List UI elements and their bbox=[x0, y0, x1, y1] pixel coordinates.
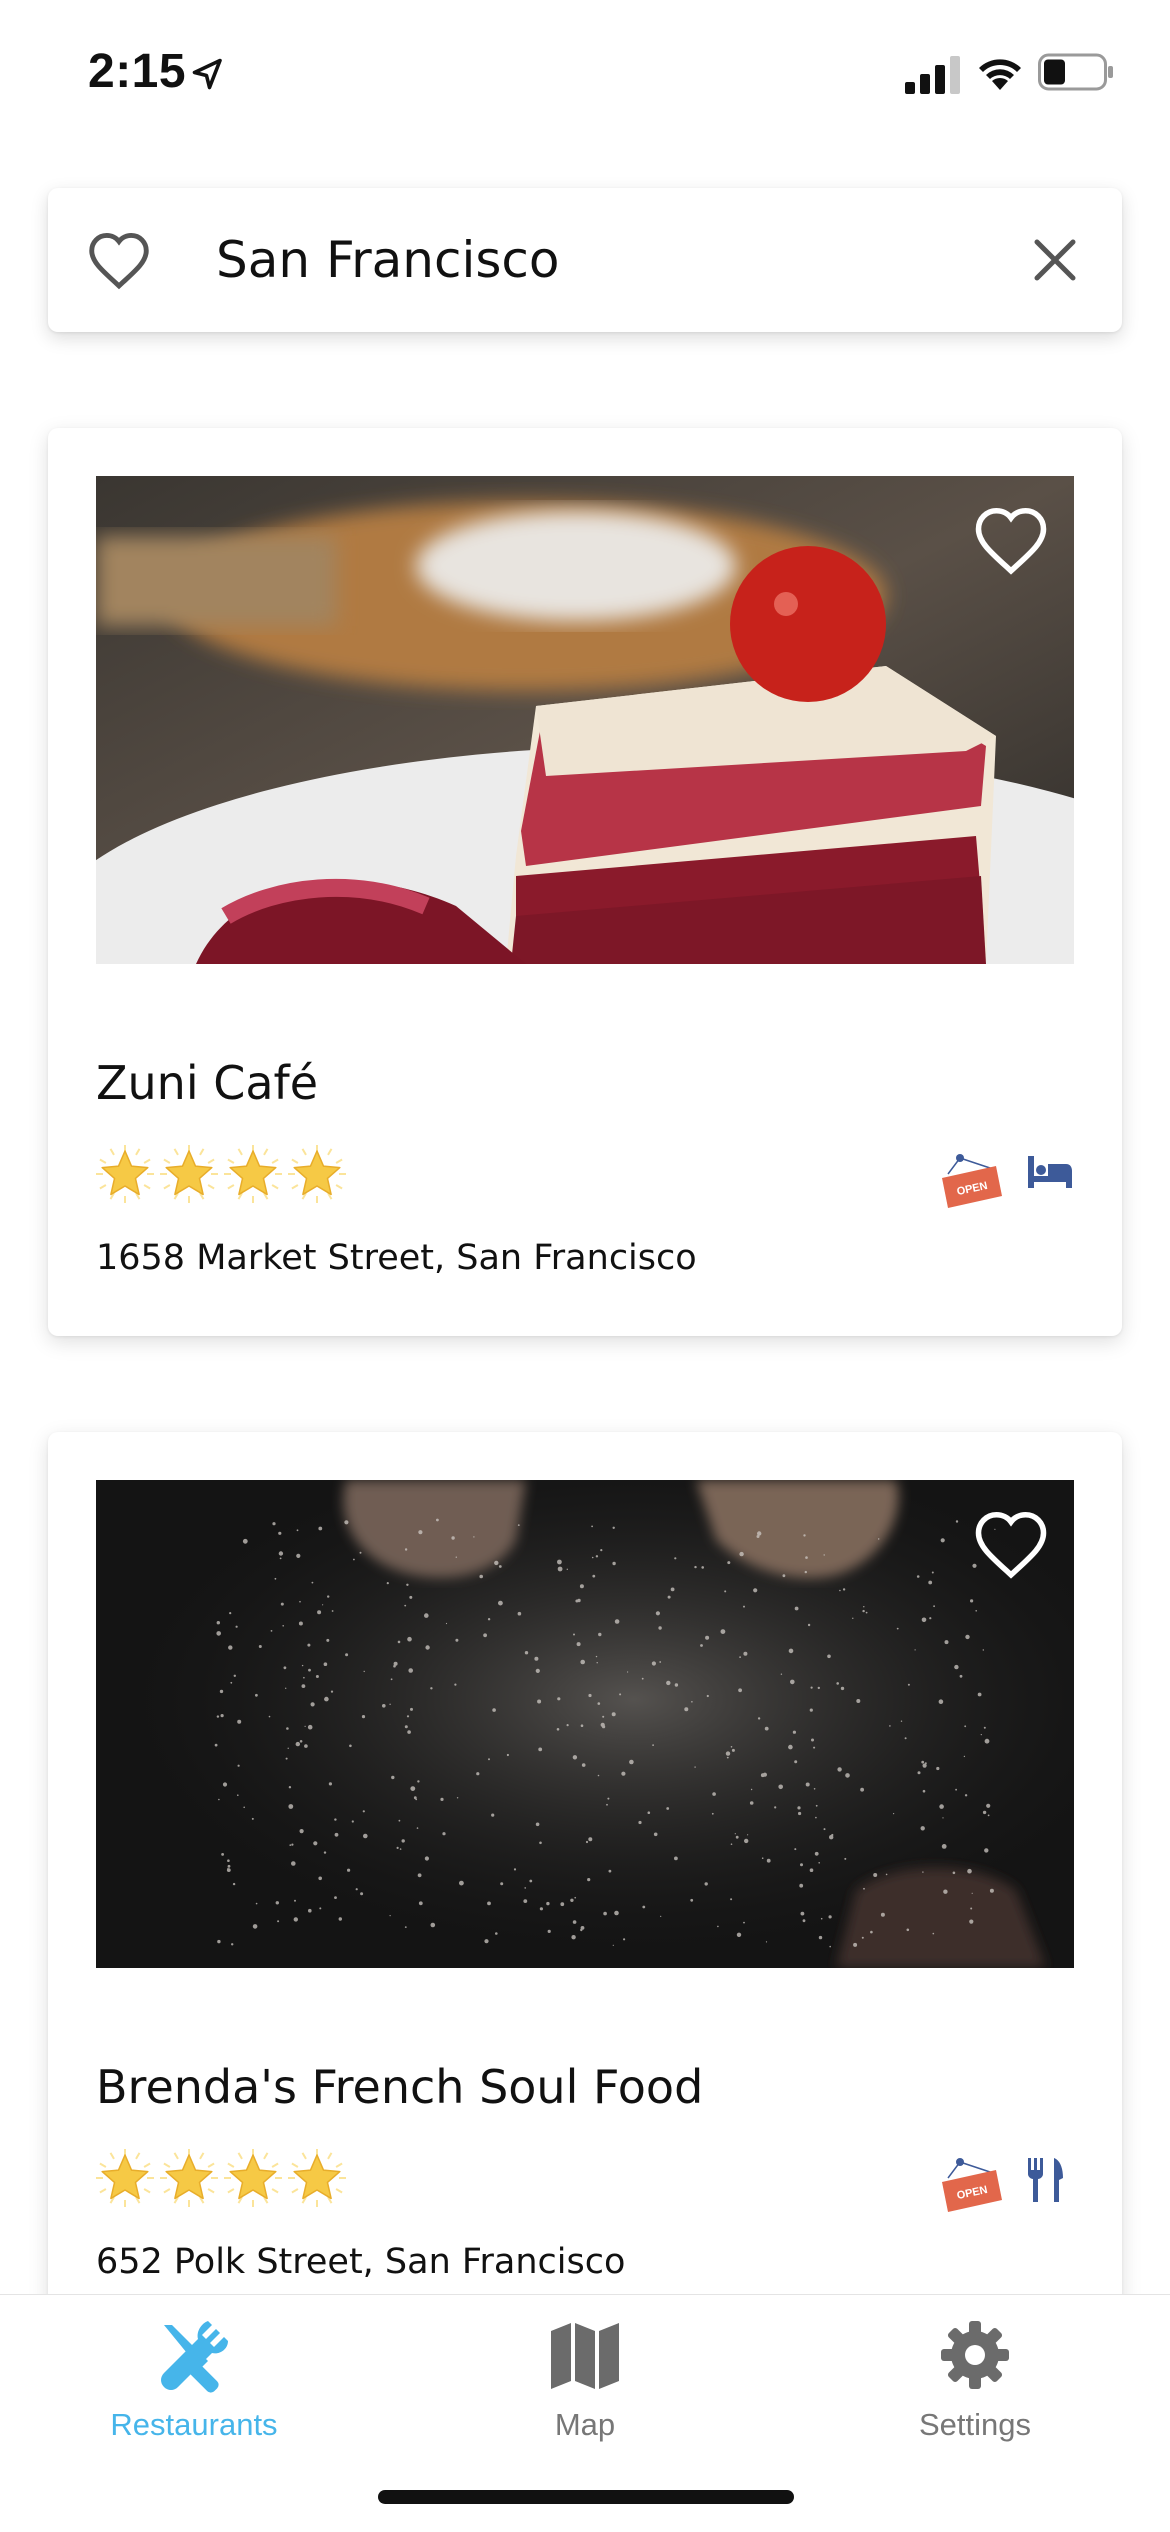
restaurant-card[interactable]: Zuni Café OPEN 1658 Market Street, San F… bbox=[48, 428, 1122, 1336]
bed-icon bbox=[1028, 1156, 1072, 1188]
search-input[interactable] bbox=[216, 218, 1016, 302]
open-sign-icon: OPEN bbox=[942, 2158, 1002, 2212]
status-time: 2:15 bbox=[88, 45, 187, 98]
fork-knife-cross-icon bbox=[161, 2321, 228, 2393]
heart-outline-icon[interactable] bbox=[86, 230, 152, 290]
flour-photo bbox=[96, 1480, 1074, 1968]
star-icon bbox=[96, 2149, 154, 2207]
gear-icon bbox=[941, 2321, 1009, 2389]
restaurant-address: 652 Polk Street, San Francisco bbox=[96, 2242, 626, 2282]
fork-knife-icon bbox=[1028, 2158, 1063, 2202]
star-icon bbox=[96, 1145, 154, 1203]
restaurant-name: Zuni Café bbox=[96, 1056, 319, 1110]
close-icon[interactable] bbox=[1023, 228, 1087, 292]
star-icon bbox=[224, 1145, 282, 1203]
restaurant-photo bbox=[96, 476, 1074, 964]
map-icon bbox=[551, 2323, 619, 2389]
tab-label: Settings bbox=[918, 2407, 1031, 2442]
star-icon bbox=[288, 2149, 346, 2207]
tab-settings[interactable]: Settings bbox=[845, 2295, 1105, 2495]
tab-label: Restaurants bbox=[110, 2407, 278, 2442]
battery-icon bbox=[1038, 53, 1113, 91]
favorite-heart-icon[interactable] bbox=[972, 504, 1050, 576]
restaurant-address: 1658 Market Street, San Francisco bbox=[96, 1238, 697, 1278]
star-icon bbox=[160, 2149, 218, 2207]
location-arrow-icon bbox=[192, 58, 222, 90]
restaurant-card[interactable]: Brenda's French Soul Food OPEN 652 Polk … bbox=[48, 1432, 1122, 2340]
rating-stars bbox=[94, 2146, 348, 2208]
restaurant-photo bbox=[96, 1480, 1074, 1968]
status-bar: 2:15 bbox=[0, 0, 1170, 150]
star-icon bbox=[288, 1145, 346, 1203]
wifi-icon bbox=[979, 59, 1021, 90]
tab-restaurants[interactable]: Restaurants bbox=[64, 2295, 324, 2495]
open-sign-icon: OPEN bbox=[942, 1154, 1002, 1208]
tab-map[interactable]: Map bbox=[455, 2295, 715, 2495]
cake-photo bbox=[96, 476, 1074, 964]
star-icon bbox=[224, 2149, 282, 2207]
favorite-heart-icon[interactable] bbox=[972, 1508, 1050, 1580]
star-icon bbox=[160, 1145, 218, 1203]
tab-label: Map bbox=[554, 2407, 616, 2442]
search-bar bbox=[48, 188, 1122, 332]
restaurant-name: Brenda's French Soul Food bbox=[96, 2060, 704, 2114]
home-indicator bbox=[378, 2490, 794, 2504]
rating-stars bbox=[94, 1142, 348, 1204]
cellular-signal-icon bbox=[905, 56, 960, 94]
